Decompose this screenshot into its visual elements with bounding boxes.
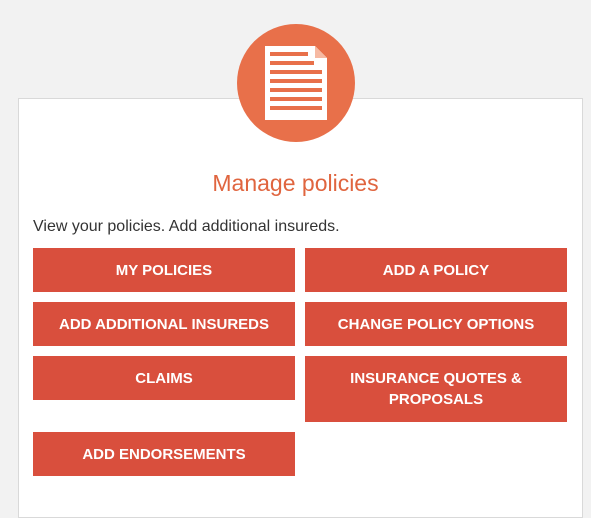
document-icon-badge — [237, 24, 355, 142]
insurance-quotes-proposals-button[interactable]: INSURANCE QUOTES & PROPOSALS — [305, 356, 567, 422]
change-policy-options-button[interactable]: CHANGE POLICY OPTIONS — [305, 302, 567, 346]
section-title: Manage policies — [212, 170, 379, 196]
section-description: View your policies. Add additional insur… — [33, 218, 340, 235]
add-additional-insureds-button[interactable]: ADD ADDITIONAL INSUREDS — [33, 302, 295, 346]
add-endorsements-button[interactable]: ADD ENDORSEMENTS — [33, 432, 295, 476]
document-icon — [265, 46, 327, 120]
my-policies-button[interactable]: MY POLICIES — [33, 248, 295, 292]
add-policy-button[interactable]: ADD A POLICY — [305, 248, 567, 292]
claims-button[interactable]: CLAIMS — [33, 356, 295, 400]
